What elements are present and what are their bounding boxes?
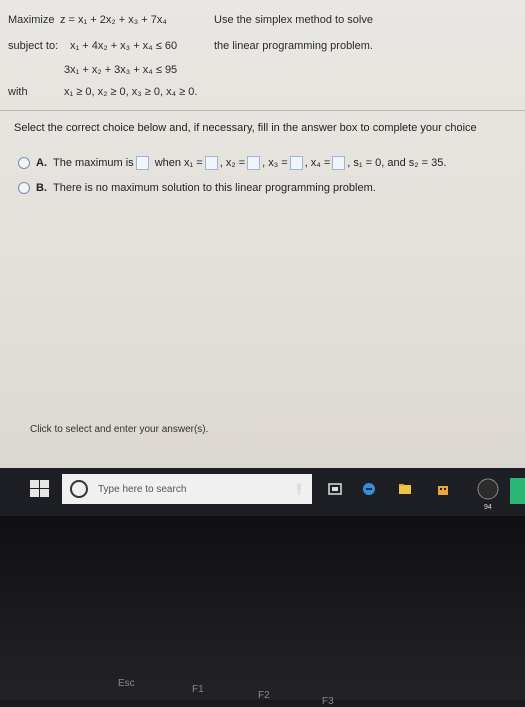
app-badge-icon[interactable] (474, 478, 502, 500)
screen: Maximize z = x₁ + 2x₂ + x₃ + 7x₄ Use the… (0, 0, 525, 468)
maximize-label: Maximize (8, 14, 55, 26)
objective-function: z = x₁ + 2x₂ + x₃ + 7x₄ (60, 14, 167, 26)
instruction-text: Select the correct choice below and, if … (14, 122, 477, 134)
answer-box-x4[interactable] (332, 156, 346, 170)
green-app-icon[interactable] (510, 478, 525, 504)
f1-key: F1 (192, 684, 204, 695)
choice-a-text-4: , x₃ = (262, 157, 288, 169)
with-label: with (8, 86, 28, 98)
answer-box-maximum[interactable] (135, 156, 149, 170)
choice-a[interactable]: A. The maximum is when x₁ = , x₂ = , x₃ … (18, 156, 446, 170)
choice-b-radio[interactable] (18, 182, 30, 194)
hint-line-1: Use the simplex method to solve (214, 14, 373, 26)
f3-key: F3 (322, 696, 334, 707)
constraint-2: 3x₁ + x₂ + 3x₃ + x₄ ≤ 95 (64, 64, 178, 76)
choice-a-text-6: , s₁ = 0, and s₂ = 35. (347, 157, 447, 169)
task-view-icon[interactable] (328, 482, 342, 496)
status-text: Click to select and enter your answer(s)… (30, 424, 209, 435)
choice-b-text: There is no maximum solution to this lin… (53, 182, 376, 194)
choice-a-letter: A. (36, 157, 47, 169)
microphone-icon[interactable] (292, 482, 306, 496)
taskbar-search-input[interactable]: Type here to search (62, 474, 312, 504)
edge-browser-icon[interactable] (362, 482, 376, 496)
problem-statement: Maximize z = x₁ + 2x₂ + x₃ + 7x₄ Use the… (8, 14, 525, 106)
subject-to-label: subject to: (8, 40, 59, 52)
cortana-icon (70, 480, 88, 498)
nonnegativity-constraints: x₁ ≥ 0, x₂ ≥ 0, x₃ ≥ 0, x₄ ≥ 0. (64, 86, 198, 98)
constraint-1: x₁ + 4x₂ + x₃ + x₄ ≤ 60 (70, 40, 178, 52)
taskbar: Type here to search 94 (0, 468, 525, 516)
file-explorer-icon[interactable] (398, 482, 412, 496)
search-placeholder: Type here to search (98, 483, 187, 495)
choice-a-text-1: The maximum is (53, 157, 134, 169)
choice-a-text-5: , x₄ = (304, 157, 331, 169)
windows-start-icon[interactable] (30, 480, 50, 498)
notification-badge: 94 (484, 504, 492, 511)
f2-key: F2 (258, 690, 270, 701)
answer-box-x1[interactable] (204, 156, 218, 170)
choice-a-radio[interactable] (18, 157, 30, 169)
store-icon[interactable] (436, 482, 450, 496)
choice-b[interactable]: B. There is no maximum solution to this … (18, 182, 376, 194)
section-divider (0, 110, 525, 111)
keyboard-area: Esc F1 F2 F3 (0, 516, 525, 707)
answer-box-x3[interactable] (289, 156, 303, 170)
choice-b-letter: B. (36, 182, 47, 194)
esc-key: Esc (118, 678, 135, 689)
answer-box-x2[interactable] (247, 156, 261, 170)
choice-a-text-2: when x₁ = (154, 157, 203, 169)
hint-line-2: the linear programming problem. (214, 40, 373, 52)
choice-a-text-3: , x₂ = (219, 157, 246, 169)
